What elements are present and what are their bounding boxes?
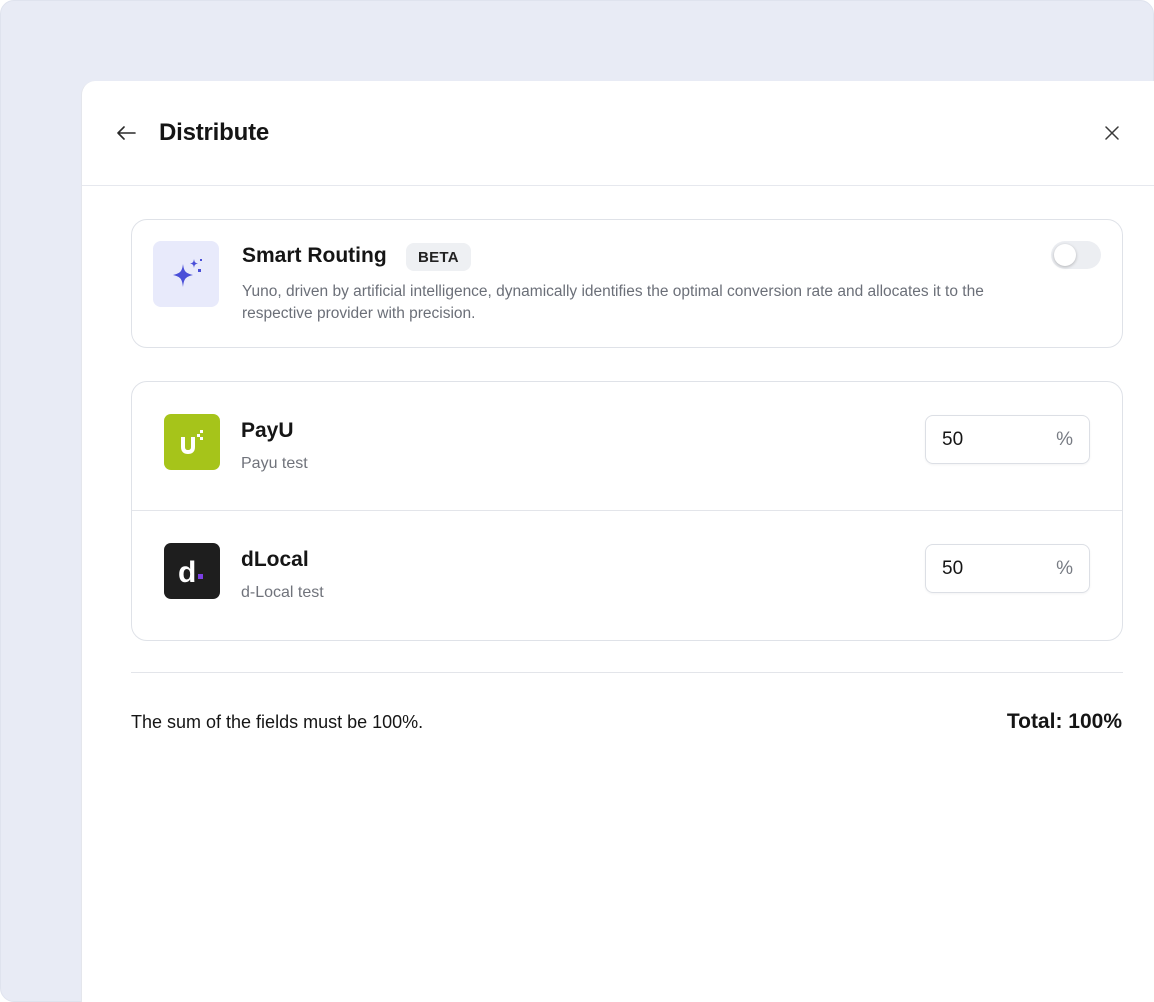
back-button[interactable] bbox=[112, 121, 140, 145]
percent-sign: % bbox=[1056, 557, 1073, 579]
sparkles-icon bbox=[173, 259, 202, 287]
payu-percentage-input[interactable]: 50 % bbox=[925, 415, 1090, 464]
page-title: Distribute bbox=[159, 119, 270, 146]
smart-routing-toggle[interactable] bbox=[1051, 241, 1101, 269]
provider-row-payu: PayU Payu test 50 % bbox=[132, 382, 1122, 511]
provider-name: PayU bbox=[241, 419, 294, 442]
close-icon bbox=[1105, 126, 1119, 140]
providers-card: PayU Payu test 50 % d dLocal d-Local tes… bbox=[131, 381, 1123, 641]
provider-name: dLocal bbox=[241, 548, 309, 571]
provider-subtitle: Payu test bbox=[241, 455, 308, 472]
smart-routing-card: Smart Routing BETA Yuno, driven by artif… bbox=[131, 219, 1123, 348]
beta-badge: BETA bbox=[406, 243, 471, 271]
total-label: Total: 100% bbox=[1006, 710, 1122, 733]
svg-text:d: d bbox=[178, 556, 196, 589]
distribute-panel: Distribute Smart Routing BETA Yuno, driv… bbox=[81, 81, 1154, 1002]
provider-row-dlocal: d dLocal d-Local test 50 % bbox=[132, 511, 1122, 640]
provider-subtitle: d-Local test bbox=[241, 584, 324, 601]
footer-divider bbox=[131, 672, 1123, 673]
smart-routing-title: Smart Routing bbox=[242, 244, 387, 267]
dlocal-logo-icon: d bbox=[164, 543, 220, 599]
percentage-value: 50 bbox=[942, 557, 964, 579]
dlocal-mark-icon: d bbox=[178, 556, 203, 589]
payu-logo-icon bbox=[164, 414, 220, 470]
smart-routing-icon-box bbox=[153, 241, 219, 307]
percent-sign: % bbox=[1056, 428, 1073, 450]
toggle-knob bbox=[1054, 244, 1076, 266]
payu-mark-icon bbox=[181, 430, 203, 454]
dlocal-percentage-input[interactable]: 50 % bbox=[925, 544, 1090, 593]
close-button[interactable] bbox=[1100, 121, 1124, 145]
percentage-value: 50 bbox=[942, 428, 964, 450]
sum-note: The sum of the fields must be 100%. bbox=[131, 712, 424, 732]
panel-header: Distribute bbox=[82, 81, 1154, 186]
smart-routing-description: Yuno, driven by artificial intelligence,… bbox=[242, 283, 984, 322]
arrow-left-icon bbox=[117, 126, 136, 140]
